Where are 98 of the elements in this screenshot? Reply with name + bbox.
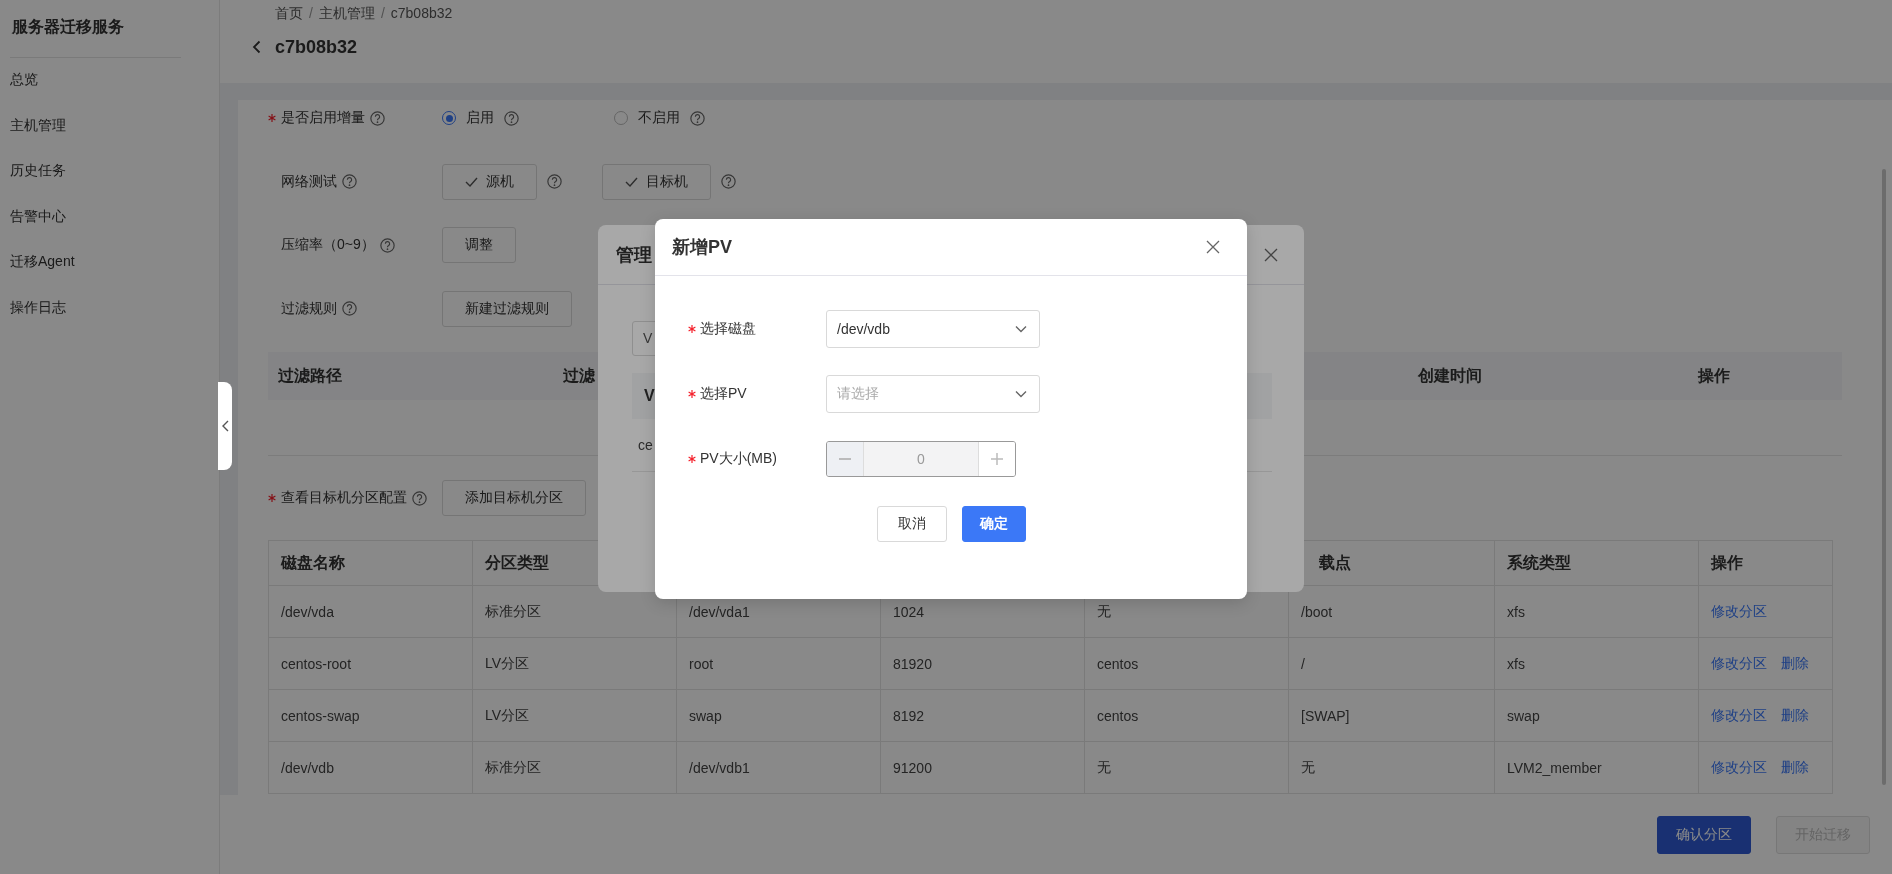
table-cell: LV分区 xyxy=(485,654,530,671)
collapse-handle[interactable] xyxy=(218,382,232,470)
table-cell: /dev/vda1 xyxy=(689,603,750,620)
help-icon[interactable] xyxy=(721,174,736,189)
breadcrumb-link[interactable]: 首页 xyxy=(275,5,303,26)
column-header: 创建时间 xyxy=(1418,365,1483,386)
table-cell: xfs xyxy=(1507,655,1525,672)
breadcrumb-separator: / xyxy=(380,5,385,23)
action-link[interactable]: 删除 xyxy=(1781,654,1809,671)
sidebar-item[interactable]: 总览 xyxy=(10,71,38,87)
table-cell: 无 xyxy=(1097,758,1111,775)
column-header: 过滤路径 xyxy=(278,365,343,386)
action-link[interactable]: 修改分区 xyxy=(1711,758,1767,775)
table-cell: 标准分区 xyxy=(485,758,541,775)
breadcrumb-separator: / xyxy=(309,5,313,23)
select-value: /dev/vdb xyxy=(837,321,890,337)
column-header: 分区类型 xyxy=(485,553,549,571)
help-icon[interactable] xyxy=(379,237,395,253)
table-cell: 1024 xyxy=(893,603,925,620)
breadcrumb-link[interactable]: 主机管理 xyxy=(318,5,375,26)
help-icon[interactable] xyxy=(342,301,357,316)
table-cell: swap xyxy=(689,707,722,724)
footer-button[interactable]: 确认分区 xyxy=(1657,815,1751,854)
test-button[interactable]: 目标机 xyxy=(602,163,711,200)
table-cell: centos xyxy=(1097,655,1139,672)
table-cell: /dev/vda xyxy=(281,603,334,620)
field-label: 是否启用增量 xyxy=(281,109,365,127)
table-cell: centos-swap xyxy=(281,707,360,724)
field-label: 网络测试 xyxy=(281,172,337,191)
chevron-down-icon xyxy=(1015,390,1027,398)
action-link[interactable]: 删除 xyxy=(1781,758,1809,775)
breadcrumb-current: c7b08b32 xyxy=(390,5,453,23)
table-cell: xfs xyxy=(1507,603,1525,620)
sidebar-item[interactable]: 主机管理 xyxy=(10,116,66,133)
column-header: 系统类型 xyxy=(1507,553,1571,571)
action-link[interactable]: 修改分区 xyxy=(1711,706,1767,723)
table-cell: 无 xyxy=(1097,602,1111,619)
table-cell: swap xyxy=(1507,707,1540,724)
column-header: 操作 xyxy=(1711,553,1743,571)
action-link[interactable]: 删除 xyxy=(1781,706,1809,723)
table-cell: root xyxy=(689,655,714,672)
page-title: c7b08b32 xyxy=(275,36,358,58)
table-cell: LVM2_member xyxy=(1507,759,1602,776)
stepper-value: 0 xyxy=(916,450,926,469)
chevron-down-icon xyxy=(1015,325,1027,333)
test-button[interactable]: 源机 xyxy=(442,163,537,200)
help-icon[interactable] xyxy=(342,174,357,189)
help-icon[interactable] xyxy=(370,110,385,126)
table-cell: 标准分区 xyxy=(485,602,541,619)
radio-label[interactable]: 不启用 xyxy=(638,109,680,127)
table-cell: centos-root xyxy=(281,655,352,672)
sidebar-item[interactable]: 告警中心 xyxy=(10,207,66,224)
column-header: 操作 xyxy=(1698,365,1731,386)
table-cell: / xyxy=(1301,655,1305,672)
sidebar-item[interactable]: 迁移Agent xyxy=(10,253,75,269)
sidebar-title: 服务器迁移服务 xyxy=(11,17,125,37)
table-cell: 无 xyxy=(1301,758,1315,775)
table-cell: /boot xyxy=(1301,603,1333,620)
help-icon[interactable] xyxy=(412,490,427,506)
field-label: 过滤规则 xyxy=(281,299,337,318)
table-cell: LV分区 xyxy=(485,706,530,723)
help-icon[interactable] xyxy=(504,110,519,126)
table-cell: /dev/vdb xyxy=(281,759,334,776)
column-header: 过滤 xyxy=(563,365,596,386)
table-cell: /dev/vdb1 xyxy=(689,759,750,776)
table-cell: centos xyxy=(1097,707,1139,724)
table-cell: [SWAP] xyxy=(1301,707,1350,724)
dialog-button[interactable]: 取消 xyxy=(876,506,947,542)
help-icon[interactable] xyxy=(690,110,705,126)
table-cell: 81920 xyxy=(893,655,932,672)
field-label: 选择PV xyxy=(700,385,747,403)
field-label: PV大小(MB) xyxy=(700,450,777,468)
test-button[interactable]: 新建过滤规则 xyxy=(442,290,572,327)
close-icon[interactable] xyxy=(1264,247,1278,262)
select-field[interactable]: /dev/vdb xyxy=(826,310,1040,348)
add-partition-button[interactable]: 添加目标机分区 xyxy=(442,480,586,516)
help-icon[interactable] xyxy=(547,174,562,189)
radio-label[interactable]: 启用 xyxy=(466,109,494,127)
column-header: V xyxy=(644,387,655,405)
close-icon[interactable] xyxy=(1206,240,1220,254)
column-header: 磁盘名称 xyxy=(281,553,345,571)
dialog-title: 新增PV xyxy=(672,236,732,259)
dialog-title: 管理 xyxy=(616,243,652,267)
field-label: 选择磁盘 xyxy=(700,320,756,338)
sidebar-item[interactable]: 历史任务 xyxy=(10,162,66,178)
action-link[interactable]: 修改分区 xyxy=(1711,654,1767,671)
sidebar-item[interactable]: 操作日志 xyxy=(10,298,66,315)
field-label: 查看目标机分区配置 xyxy=(281,489,407,507)
action-link[interactable]: 修改分区 xyxy=(1711,602,1767,619)
chevron-left-icon xyxy=(221,420,229,432)
column-header: 载点 xyxy=(1319,553,1351,571)
test-button[interactable]: 调整 xyxy=(442,227,516,263)
table-cell: 8192 xyxy=(893,707,925,724)
dialog-button[interactable]: 确定 xyxy=(961,506,1026,542)
field-label: 压缩率（0~9） xyxy=(281,236,375,254)
select-placeholder: 请选择 xyxy=(837,385,879,403)
table-cell: ce xyxy=(638,437,653,453)
table-cell: 91200 xyxy=(893,759,932,776)
